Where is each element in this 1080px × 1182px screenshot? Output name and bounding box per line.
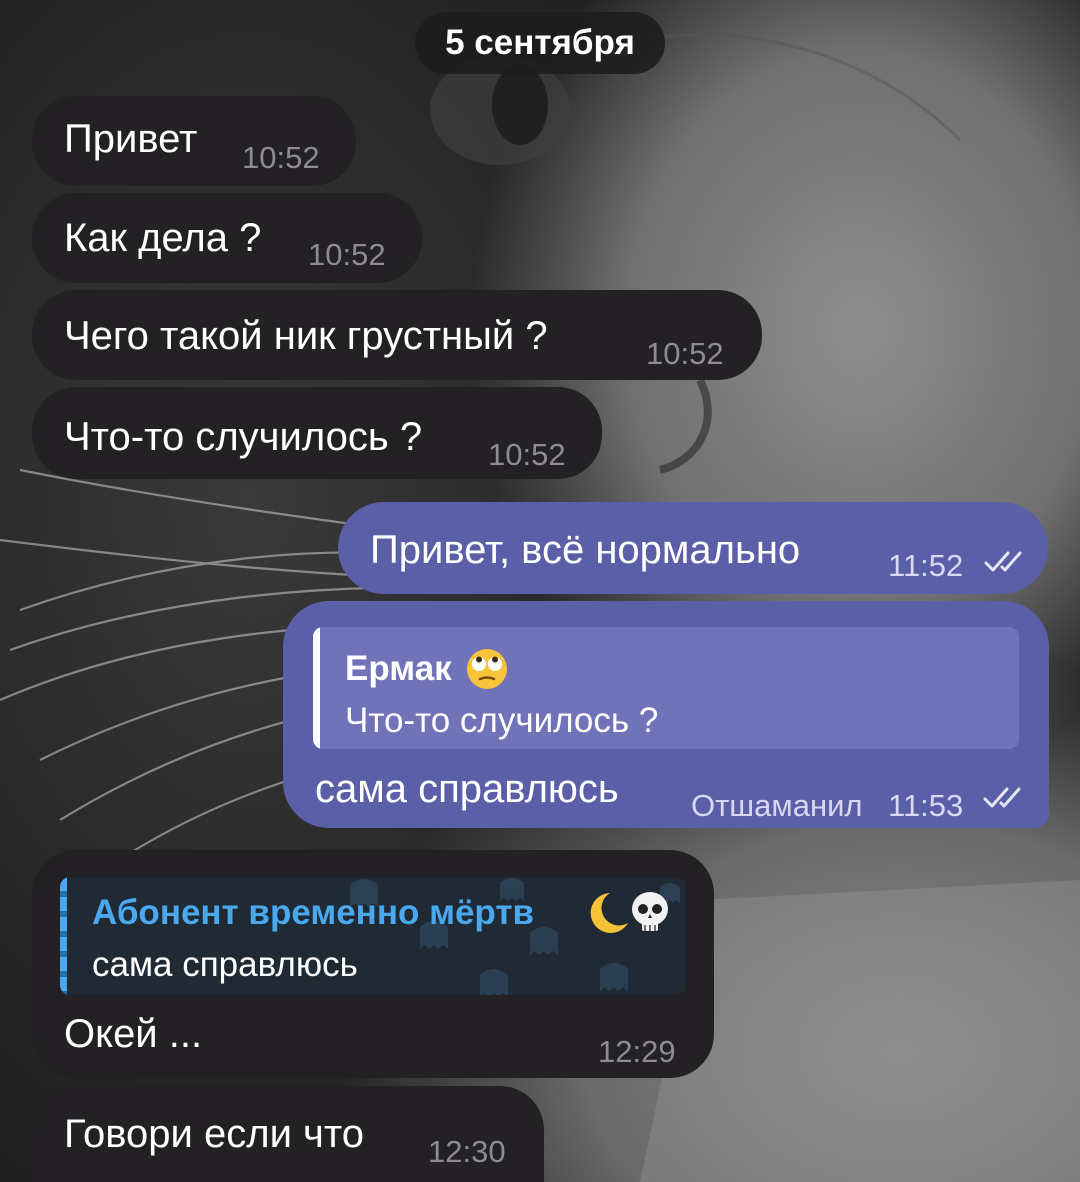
message-text: Что-то случилось ? [64,415,423,459]
message-time: 10:52 [488,437,566,472]
reply-accent-bar [60,877,67,995]
reply-author-name: Абонент временно мёртв [92,893,534,932]
incoming-message[interactable]: Чего такой ник грустный ? 10:52 [32,290,762,380]
incoming-message[interactable]: Как дела ? 10:52 [32,193,422,283]
incoming-message[interactable]: Что-то случилось ? 10:52 [32,387,602,479]
incoming-reply-message[interactable]: Абонент временно мёртв сама справлюсь Ок… [32,850,714,1078]
message-text: сама справлюсь [315,767,619,811]
message-time: 10:52 [646,336,724,371]
date-separator: 5 сентября [415,12,665,74]
message-text: Привет, всё нормально [370,528,801,572]
reply-accent-bar [313,627,320,749]
message-text: Окей ... [64,1012,203,1056]
crescent-moon-and-skull-icon [590,892,668,933]
message-time: 10:52 [242,140,320,175]
reply-author-name: Ермак [345,649,452,688]
message-text: Чего такой ник грустный ? [64,314,548,358]
edited-label: Отшаманил [691,788,863,823]
double-check-icon [984,551,1022,572]
reply-quoted-text: сама справлюсь [92,945,358,984]
reply-quoted-text: Что-то случилось ? [345,701,659,740]
double-check-icon [983,787,1021,808]
reply-preview[interactable]: Ермак Что-то случилось ? [313,627,1019,749]
message-time: 11:52 [888,548,964,583]
message-time: 12:29 [598,1034,676,1069]
message-time: 10:52 [308,237,386,272]
message-text: Привет [64,117,198,161]
message-text: Говори если что [64,1112,364,1156]
reply-preview[interactable]: Абонент временно мёртв сама справлюсь [60,877,686,995]
face-with-rolling-eyes-icon [467,649,507,689]
incoming-message[interactable]: Говори если что 12:30 [32,1086,544,1182]
message-text: Как дела ? [64,216,262,260]
outgoing-message[interactable]: Привет, всё нормально 11:52 [338,502,1048,594]
outgoing-reply-message[interactable]: Ермак Что-то случилось ? сама справлюсь … [283,601,1049,828]
incoming-message[interactable]: Привет 10:52 [32,96,356,186]
message-time: 11:53 [888,788,964,823]
message-time: 12:30 [428,1134,506,1169]
